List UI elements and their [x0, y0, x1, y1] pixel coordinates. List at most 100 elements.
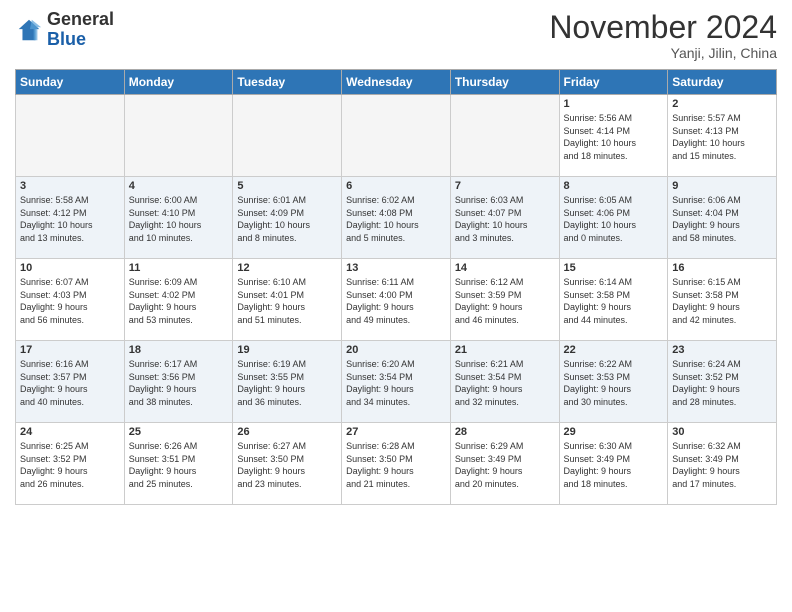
location: Yanji, Jilin, China	[549, 45, 777, 61]
day-number: 5	[237, 180, 337, 192]
calendar-cell: 11 Sunrise: 6:09 AM Sunset: 4:02 PM Dayli…	[124, 259, 233, 341]
day-number: 6	[346, 180, 446, 192]
logo: General Blue	[15, 10, 114, 50]
calendar-cell: 23 Sunrise: 6:24 AM Sunset: 3:52 PM Dayli…	[668, 341, 777, 423]
day-number: 20	[346, 344, 446, 356]
day-number: 12	[237, 262, 337, 274]
header-saturday: Saturday	[668, 70, 777, 95]
day-number: 19	[237, 344, 337, 356]
calendar-cell	[124, 95, 233, 177]
day-number: 21	[455, 344, 555, 356]
week-row-3: 10 Sunrise: 6:07 AM Sunset: 4:03 PM Dayli…	[16, 259, 777, 341]
calendar-cell: 2 Sunrise: 5:57 AM Sunset: 4:13 PM Daylig…	[668, 95, 777, 177]
calendar-cell: 30Sunrise: 6:32 AM Sunset: 3:49 PM Dayli…	[668, 423, 777, 505]
day-info: Sunrise: 6:24 AM Sunset: 3:52 PM Dayligh…	[672, 358, 772, 408]
day-number: 2	[672, 98, 772, 110]
calendar-cell: 10 Sunrise: 6:07 AM Sunset: 4:03 PM Dayli…	[16, 259, 125, 341]
header-monday: Monday	[124, 70, 233, 95]
calendar: Sunday Monday Tuesday Wednesday Thursday…	[15, 69, 777, 505]
day-info: Sunrise: 6:12 AM Sunset: 3:59 PM Dayligh…	[455, 276, 555, 326]
calendar-cell: 24 Sunrise: 6:25 AM Sunset: 3:52 PM Dayli…	[16, 423, 125, 505]
day-number: 29	[564, 426, 664, 438]
calendar-cell: 6 Sunrise: 6:02 AM Sunset: 4:08 PM Daylig…	[342, 177, 451, 259]
day-number: 25	[129, 426, 229, 438]
header: General Blue November 2024 Yanji, Jilin,…	[15, 10, 777, 61]
day-info: Sunrise: 5:57 AM Sunset: 4:13 PM Dayligh…	[672, 112, 772, 162]
week-row-4: 17 Sunrise: 6:16 AM Sunset: 3:57 PM Dayli…	[16, 341, 777, 423]
day-number: 1	[564, 98, 664, 110]
calendar-cell: 20 Sunrise: 6:20 AM Sunset: 3:54 PM Dayli…	[342, 341, 451, 423]
day-number: 24	[20, 426, 120, 438]
day-info: Sunrise: 6:29 AM Sunset: 3:49 PM Dayligh…	[455, 440, 555, 490]
day-info: Sunrise: 6:17 AM Sunset: 3:56 PM Dayligh…	[129, 358, 229, 408]
calendar-cell: 15 Sunrise: 6:14 AM Sunset: 3:58 PM Dayli…	[559, 259, 668, 341]
calendar-cell	[16, 95, 125, 177]
calendar-cell: 1Sunrise: 5:56 AM Sunset: 4:14 PM Daylig…	[559, 95, 668, 177]
calendar-cell: 18 Sunrise: 6:17 AM Sunset: 3:56 PM Dayli…	[124, 341, 233, 423]
day-info: Sunrise: 6:11 AM Sunset: 4:00 PM Dayligh…	[346, 276, 446, 326]
calendar-cell	[233, 95, 342, 177]
day-number: 10	[20, 262, 120, 274]
calendar-cell	[450, 95, 559, 177]
header-sunday: Sunday	[16, 70, 125, 95]
day-info: Sunrise: 6:14 AM Sunset: 3:58 PM Dayligh…	[564, 276, 664, 326]
day-number: 4	[129, 180, 229, 192]
day-number: 13	[346, 262, 446, 274]
title-block: November 2024 Yanji, Jilin, China	[549, 10, 777, 61]
day-info: Sunrise: 6:16 AM Sunset: 3:57 PM Dayligh…	[20, 358, 120, 408]
day-info: Sunrise: 6:02 AM Sunset: 4:08 PM Dayligh…	[346, 194, 446, 244]
calendar-cell: 28 Sunrise: 6:29 AM Sunset: 3:49 PM Dayli…	[450, 423, 559, 505]
day-number: 26	[237, 426, 337, 438]
day-info: Sunrise: 6:03 AM Sunset: 4:07 PM Dayligh…	[455, 194, 555, 244]
day-number: 15	[564, 262, 664, 274]
day-info: Sunrise: 6:09 AM Sunset: 4:02 PM Dayligh…	[129, 276, 229, 326]
day-info: Sunrise: 6:06 AM Sunset: 4:04 PM Dayligh…	[672, 194, 772, 244]
calendar-cell	[342, 95, 451, 177]
calendar-cell: 8Sunrise: 6:05 AM Sunset: 4:06 PM Daylig…	[559, 177, 668, 259]
logo-general-text: General	[47, 9, 114, 29]
calendar-cell: 16Sunrise: 6:15 AM Sunset: 3:58 PM Dayli…	[668, 259, 777, 341]
logo-text: General Blue	[47, 10, 114, 50]
day-number: 23	[672, 344, 772, 356]
day-info: Sunrise: 6:25 AM Sunset: 3:52 PM Dayligh…	[20, 440, 120, 490]
day-number: 14	[455, 262, 555, 274]
calendar-cell: 13 Sunrise: 6:11 AM Sunset: 4:00 PM Dayli…	[342, 259, 451, 341]
calendar-cell: 12Sunrise: 6:10 AM Sunset: 4:01 PM Dayli…	[233, 259, 342, 341]
week-row-5: 24 Sunrise: 6:25 AM Sunset: 3:52 PM Dayli…	[16, 423, 777, 505]
week-row-1: 1Sunrise: 5:56 AM Sunset: 4:14 PM Daylig…	[16, 95, 777, 177]
calendar-cell: 3 Sunrise: 5:58 AM Sunset: 4:12 PM Daylig…	[16, 177, 125, 259]
calendar-cell: 7 Sunrise: 6:03 AM Sunset: 4:07 PM Daylig…	[450, 177, 559, 259]
calendar-cell: 4Sunrise: 6:00 AM Sunset: 4:10 PM Daylig…	[124, 177, 233, 259]
day-info: Sunrise: 6:01 AM Sunset: 4:09 PM Dayligh…	[237, 194, 337, 244]
day-info: Sunrise: 6:22 AM Sunset: 3:53 PM Dayligh…	[564, 358, 664, 408]
header-tuesday: Tuesday	[233, 70, 342, 95]
day-number: 27	[346, 426, 446, 438]
day-info: Sunrise: 6:19 AM Sunset: 3:55 PM Dayligh…	[237, 358, 337, 408]
day-number: 11	[129, 262, 229, 274]
day-info: Sunrise: 5:58 AM Sunset: 4:12 PM Dayligh…	[20, 194, 120, 244]
day-info: Sunrise: 6:28 AM Sunset: 3:50 PM Dayligh…	[346, 440, 446, 490]
calendar-cell: 29Sunrise: 6:30 AM Sunset: 3:49 PM Dayli…	[559, 423, 668, 505]
day-info: Sunrise: 6:07 AM Sunset: 4:03 PM Dayligh…	[20, 276, 120, 326]
calendar-cell: 17 Sunrise: 6:16 AM Sunset: 3:57 PM Dayli…	[16, 341, 125, 423]
calendar-cell: 5 Sunrise: 6:01 AM Sunset: 4:09 PM Daylig…	[233, 177, 342, 259]
day-number: 18	[129, 344, 229, 356]
page: General Blue November 2024 Yanji, Jilin,…	[0, 0, 792, 513]
calendar-cell: 14 Sunrise: 6:12 AM Sunset: 3:59 PM Dayli…	[450, 259, 559, 341]
header-wednesday: Wednesday	[342, 70, 451, 95]
day-number: 7	[455, 180, 555, 192]
calendar-cell: 19 Sunrise: 6:19 AM Sunset: 3:55 PM Dayli…	[233, 341, 342, 423]
day-info: Sunrise: 6:27 AM Sunset: 3:50 PM Dayligh…	[237, 440, 337, 490]
day-number: 28	[455, 426, 555, 438]
day-info: Sunrise: 6:21 AM Sunset: 3:54 PM Dayligh…	[455, 358, 555, 408]
calendar-cell: 26 Sunrise: 6:27 AM Sunset: 3:50 PM Dayli…	[233, 423, 342, 505]
day-number: 3	[20, 180, 120, 192]
logo-blue-text: Blue	[47, 29, 86, 49]
day-info: Sunrise: 6:26 AM Sunset: 3:51 PM Dayligh…	[129, 440, 229, 490]
header-friday: Friday	[559, 70, 668, 95]
week-row-2: 3 Sunrise: 5:58 AM Sunset: 4:12 PM Daylig…	[16, 177, 777, 259]
day-info: Sunrise: 6:20 AM Sunset: 3:54 PM Dayligh…	[346, 358, 446, 408]
day-number: 17	[20, 344, 120, 356]
day-number: 9	[672, 180, 772, 192]
header-thursday: Thursday	[450, 70, 559, 95]
